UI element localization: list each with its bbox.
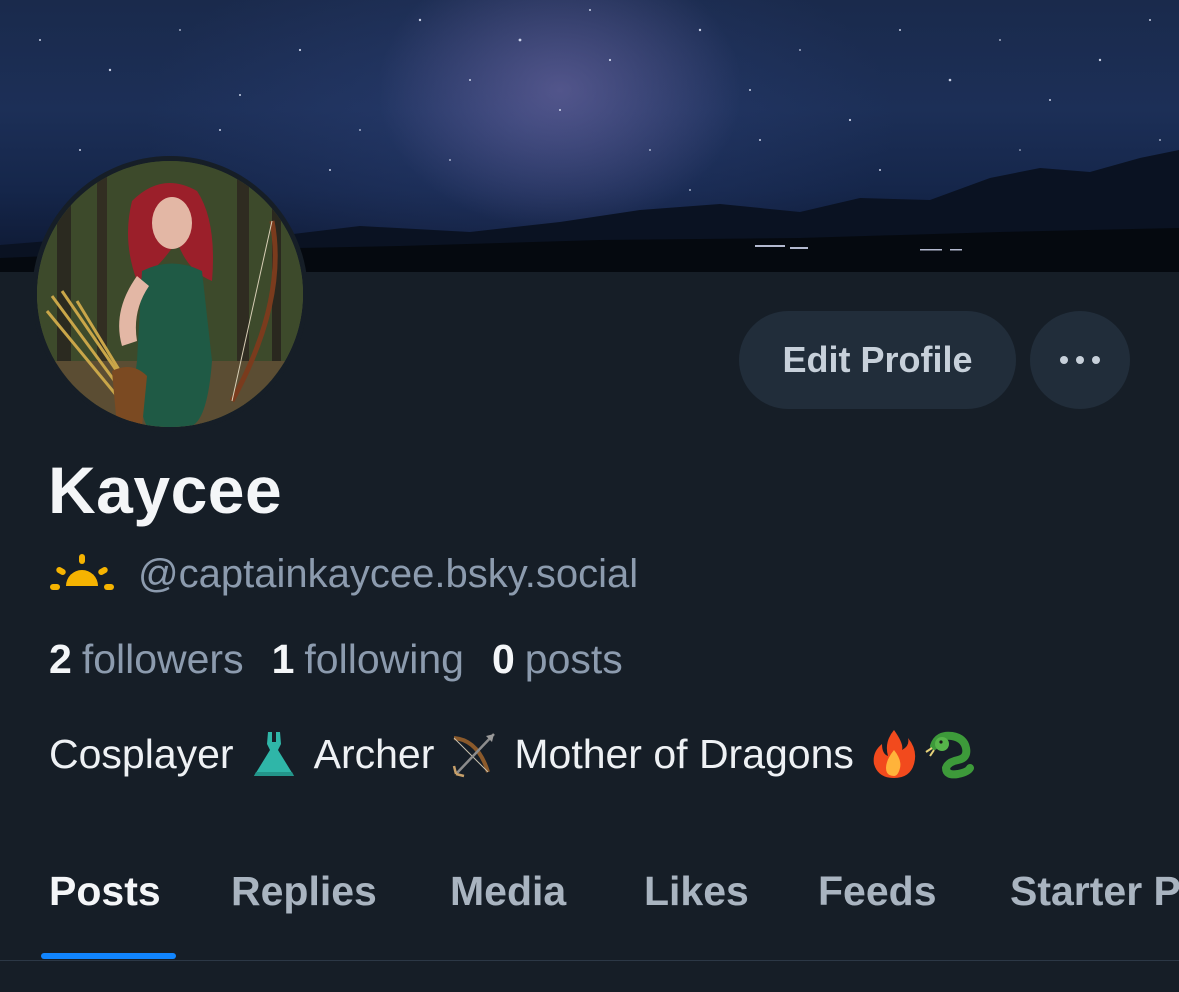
following-count[interactable]: 1 (272, 636, 295, 683)
profile-stats: 2 followers 1 following 0 posts (49, 636, 651, 683)
active-tab-indicator (41, 953, 176, 959)
display-name: Kaycee (48, 453, 283, 527)
bow-and-arrow-icon (453, 733, 496, 778)
profile-handle[interactable]: @captainkaycee.bsky.social (138, 552, 638, 597)
tab-starter-packs[interactable]: Starter Packs (1010, 868, 1179, 915)
tab-media[interactable]: Media (450, 868, 566, 915)
tab-posts[interactable]: Posts (49, 868, 161, 915)
profile-page: Edit Profile Kaycee @captainkaycee.bsky.… (0, 0, 1179, 992)
fire-icon (873, 730, 916, 778)
profile-tabs: Posts Replies Media Likes Feeds Starter … (0, 840, 1179, 960)
posts-count: 0 (491, 636, 515, 682)
tabs-divider (0, 960, 1179, 961)
more-horizontal-icon (1056, 356, 1104, 364)
dress-icon (253, 732, 294, 776)
followers-count[interactable]: 2 (49, 636, 72, 683)
bio-text-cosplayer: Cosplayer (49, 730, 234, 777)
tab-feeds[interactable]: Feeds (818, 868, 937, 915)
handle-row: @captainkaycee.bsky.social (50, 548, 638, 600)
edit-profile-label: Edit Profile (782, 339, 973, 380)
more-options-button[interactable] (1030, 311, 1130, 409)
tab-replies[interactable]: Replies (231, 868, 377, 915)
profile-bio: Cosplayer Archer Mother of Dragons (49, 728, 990, 780)
bio-text-archer: Archer (313, 730, 435, 777)
followers-label[interactable]: followers (82, 636, 244, 683)
profile-avatar[interactable] (32, 156, 308, 432)
dragon-icon (925, 731, 974, 779)
edit-profile-button[interactable]: Edit Profile (739, 311, 1016, 409)
bio-text-mother-of-dragons: Mother of Dragons (514, 730, 854, 777)
tab-likes[interactable]: Likes (644, 868, 749, 915)
avatar-photo (37, 161, 303, 427)
following-label[interactable]: following (304, 636, 464, 683)
posts-label: posts (524, 636, 623, 682)
sunrise-icon (50, 554, 114, 590)
